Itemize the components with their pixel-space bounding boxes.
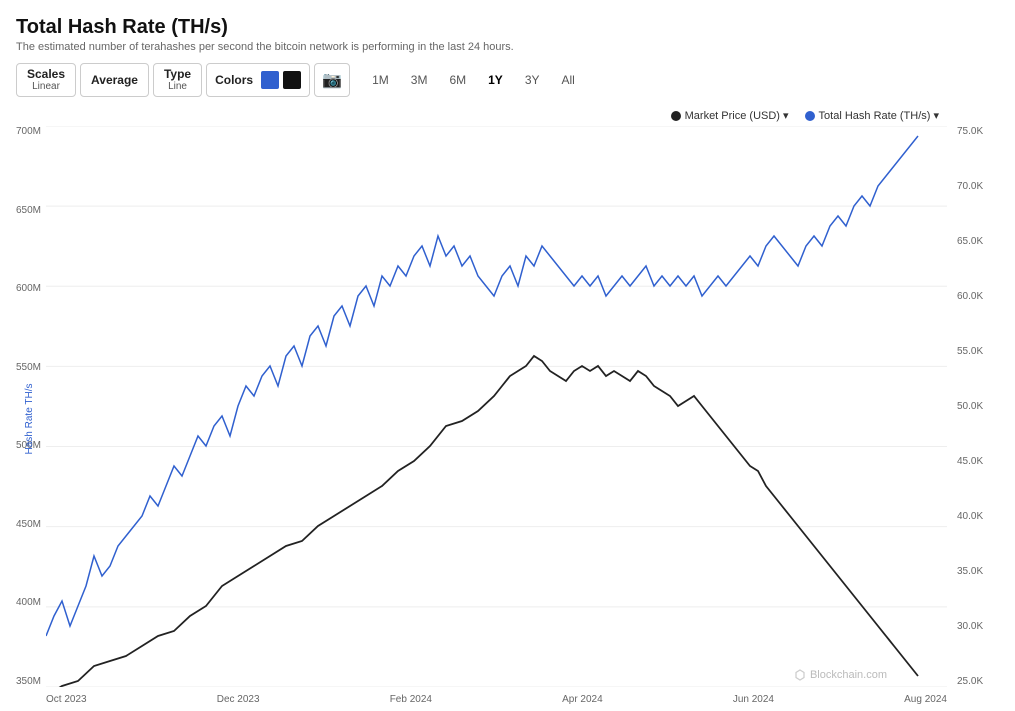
page-subtitle: The estimated number of terahashes per s…	[16, 41, 999, 53]
watermark-text: Blockchain.com	[810, 669, 887, 681]
scales-button[interactable]: Scales Linear	[17, 63, 75, 97]
y-tick-400m: 400M	[16, 597, 46, 608]
y-tick-350m: 350M	[16, 676, 46, 687]
y-tick-75k: 75.0K	[951, 126, 999, 137]
y-axis-left: Hash Rate TH/s 700M 650M 600M 550M 500M …	[16, 126, 46, 711]
legend-hash-label: Total Hash Rate (TH/s) ▾	[819, 109, 939, 122]
x-axis: Oct 2023 Dec 2023 Feb 2024 Apr 2024 Jun …	[46, 687, 947, 711]
y-tick-450m: 450M	[16, 519, 46, 530]
type-group[interactable]: Type Line	[153, 63, 202, 97]
time-btn-3m[interactable]: 3M	[401, 69, 438, 91]
legend-dot-market	[671, 111, 681, 121]
color-box-black[interactable]	[283, 71, 301, 89]
legend-market-price: Market Price (USD) ▾	[671, 109, 789, 122]
type-button[interactable]: Type Line	[154, 63, 201, 97]
blockchain-icon	[794, 669, 806, 681]
chart-main: Oct 2023 Dec 2023 Feb 2024 Apr 2024 Jun …	[46, 126, 947, 711]
colors-group[interactable]: Colors	[206, 63, 310, 97]
chart-area: Hash Rate TH/s 700M 650M 600M 550M 500M …	[16, 126, 999, 711]
y-tick-650m: 650M	[16, 205, 46, 216]
y-tick-50k: 50.0K	[951, 401, 999, 412]
y-tick-550m: 550M	[16, 362, 46, 373]
toolbar: Scales Linear Average Type Line Colors 📷…	[16, 63, 999, 97]
y-tick-35k: 35.0K	[951, 566, 999, 577]
time-btn-3y[interactable]: 3Y	[515, 69, 550, 91]
y-tick-45k: 45.0K	[951, 456, 999, 467]
y-tick-55k: 55.0K	[951, 346, 999, 357]
x-tick-apr: Apr 2024	[562, 694, 603, 705]
y-axis-left-label: Hash Rate TH/s	[24, 383, 35, 454]
y-tick-65k: 65.0K	[951, 236, 999, 247]
page-container: Total Hash Rate (TH/s) The estimated num…	[0, 0, 1015, 711]
camera-icon: 📷	[322, 70, 342, 90]
x-tick-feb: Feb 2024	[390, 694, 432, 705]
y-tick-70k: 70.0K	[951, 181, 999, 192]
color-box-blue[interactable]	[261, 71, 279, 89]
y-tick-600m: 600M	[16, 283, 46, 294]
watermark: Blockchain.com	[794, 669, 887, 681]
average-button[interactable]: Average	[80, 63, 149, 97]
x-tick-aug: Aug 2024	[904, 694, 947, 705]
y-tick-700m: 700M	[16, 126, 46, 137]
screenshot-button[interactable]: 📷	[314, 63, 350, 97]
x-tick-dec: Dec 2023	[217, 694, 260, 705]
y-tick-60k: 60.0K	[951, 291, 999, 302]
scales-group[interactable]: Scales Linear	[16, 63, 76, 97]
y-tick-30k: 30.0K	[951, 621, 999, 632]
time-btn-1y[interactable]: 1Y	[478, 69, 513, 91]
legend-market-label: Market Price (USD) ▾	[685, 109, 789, 122]
time-btn-all[interactable]: All	[552, 69, 585, 91]
legend: Market Price (USD) ▾ Total Hash Rate (TH…	[16, 109, 999, 122]
legend-hash-rate: Total Hash Rate (TH/s) ▾	[805, 109, 939, 122]
x-tick-jun: Jun 2024	[733, 694, 774, 705]
y-tick-40k: 40.0K	[951, 511, 999, 522]
x-tick-oct: Oct 2023	[46, 694, 87, 705]
chart-inner	[46, 126, 947, 687]
time-btn-6m[interactable]: 6M	[439, 69, 476, 91]
chart-svg	[46, 126, 947, 687]
y-tick-25k: 25.0K	[951, 676, 999, 687]
legend-dot-hash	[805, 111, 815, 121]
page-title: Total Hash Rate (TH/s)	[16, 16, 999, 39]
y-axis-right: 75.0K 70.0K 65.0K 60.0K 55.0K 50.0K 45.0…	[947, 126, 999, 711]
time-btn-1m[interactable]: 1M	[362, 69, 399, 91]
time-buttons: 1M 3M 6M 1Y 3Y All	[362, 69, 585, 91]
